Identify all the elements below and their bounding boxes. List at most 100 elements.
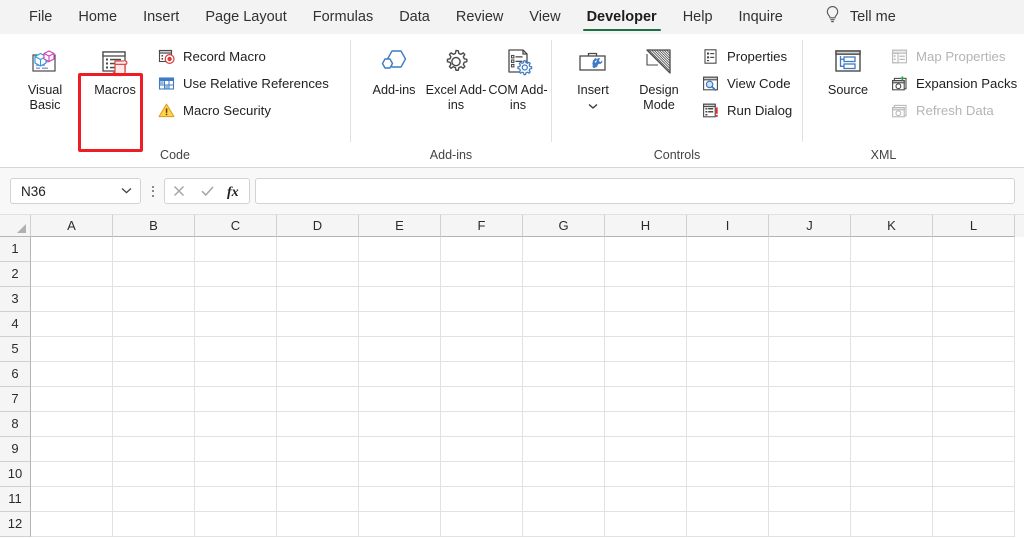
grid-cell-L5[interactable] bbox=[933, 337, 1015, 362]
visual-basic-button[interactable]: Visual Basic bbox=[14, 40, 76, 120]
row-header-4[interactable]: 4 bbox=[0, 312, 31, 337]
grid-cell-A12[interactable] bbox=[31, 512, 113, 537]
grid-cell-K1[interactable] bbox=[851, 237, 933, 262]
grid-cell-H9[interactable] bbox=[605, 437, 687, 462]
grid-cell-H10[interactable] bbox=[605, 462, 687, 487]
properties-button[interactable]: Properties bbox=[698, 44, 798, 68]
grid-cell-A11[interactable] bbox=[31, 487, 113, 512]
tab-developer[interactable]: Developer bbox=[574, 0, 670, 34]
grid-cell-K10[interactable] bbox=[851, 462, 933, 487]
row-header-10[interactable]: 10 bbox=[0, 462, 31, 487]
grid-cell-E4[interactable] bbox=[359, 312, 441, 337]
grid-cell-C3[interactable] bbox=[195, 287, 277, 312]
grid-cell-F3[interactable] bbox=[441, 287, 523, 312]
grid-cell-E7[interactable] bbox=[359, 387, 441, 412]
grid-cell-E11[interactable] bbox=[359, 487, 441, 512]
grid-cell-F10[interactable] bbox=[441, 462, 523, 487]
grid-cell-I3[interactable] bbox=[687, 287, 769, 312]
grid-cell-C9[interactable] bbox=[195, 437, 277, 462]
grid-cell-K8[interactable] bbox=[851, 412, 933, 437]
grid-cell-D9[interactable] bbox=[277, 437, 359, 462]
excel-addins-button[interactable]: Excel Add-ins bbox=[425, 40, 487, 120]
grid-cell-B10[interactable] bbox=[113, 462, 195, 487]
enter-formula-button[interactable] bbox=[193, 179, 221, 203]
macros-button[interactable]: Macros bbox=[84, 40, 146, 120]
grid-cell-A10[interactable] bbox=[31, 462, 113, 487]
grid-cell-I6[interactable] bbox=[687, 362, 769, 387]
grid-cell-H11[interactable] bbox=[605, 487, 687, 512]
grid-cell-H1[interactable] bbox=[605, 237, 687, 262]
addins-button[interactable]: Add-ins bbox=[363, 40, 425, 120]
grid-cell-D11[interactable] bbox=[277, 487, 359, 512]
grid-cell-F9[interactable] bbox=[441, 437, 523, 462]
grid-cell-D12[interactable] bbox=[277, 512, 359, 537]
column-header-f[interactable]: F bbox=[441, 215, 523, 237]
grid-cell-F12[interactable] bbox=[441, 512, 523, 537]
record-macro-button[interactable]: Record Macro bbox=[154, 44, 335, 68]
grid-cell-G7[interactable] bbox=[523, 387, 605, 412]
grid-cell-K7[interactable] bbox=[851, 387, 933, 412]
name-box[interactable]: N36 bbox=[10, 178, 141, 204]
row-header-8[interactable]: 8 bbox=[0, 412, 31, 437]
column-header-g[interactable]: G bbox=[523, 215, 605, 237]
grid-cell-E1[interactable] bbox=[359, 237, 441, 262]
grid-cell-K11[interactable] bbox=[851, 487, 933, 512]
grid-cell-D7[interactable] bbox=[277, 387, 359, 412]
grid-cell-J2[interactable] bbox=[769, 262, 851, 287]
grid-cell-F1[interactable] bbox=[441, 237, 523, 262]
grid-cell-B6[interactable] bbox=[113, 362, 195, 387]
grid-cell-A9[interactable] bbox=[31, 437, 113, 462]
column-header-c[interactable]: C bbox=[195, 215, 277, 237]
grid-cell-G10[interactable] bbox=[523, 462, 605, 487]
grid-cell-E3[interactable] bbox=[359, 287, 441, 312]
formula-input[interactable] bbox=[256, 179, 1014, 203]
grid-cell-D2[interactable] bbox=[277, 262, 359, 287]
grid-cell-E12[interactable] bbox=[359, 512, 441, 537]
tab-home[interactable]: Home bbox=[65, 0, 130, 34]
grid-cell-K12[interactable] bbox=[851, 512, 933, 537]
grid-cell-A8[interactable] bbox=[31, 412, 113, 437]
grid-cell-C8[interactable] bbox=[195, 412, 277, 437]
grid-cell-H8[interactable] bbox=[605, 412, 687, 437]
grid-cell-D1[interactable] bbox=[277, 237, 359, 262]
expansion-packs-button[interactable]: Expansion Packs bbox=[887, 71, 1023, 95]
grid-cell-B2[interactable] bbox=[113, 262, 195, 287]
select-all-button[interactable] bbox=[0, 215, 31, 237]
tab-formulas[interactable]: Formulas bbox=[300, 0, 386, 34]
grid-cell-E8[interactable] bbox=[359, 412, 441, 437]
grid-cell-I11[interactable] bbox=[687, 487, 769, 512]
grid-cell-J9[interactable] bbox=[769, 437, 851, 462]
tab-help[interactable]: Help bbox=[670, 0, 726, 34]
grid-cell-I1[interactable] bbox=[687, 237, 769, 262]
grid-cell-D5[interactable] bbox=[277, 337, 359, 362]
grid-cell-H4[interactable] bbox=[605, 312, 687, 337]
row-header-2[interactable]: 2 bbox=[0, 262, 31, 287]
grid-cell-D3[interactable] bbox=[277, 287, 359, 312]
design-mode-button[interactable]: Design Mode bbox=[628, 40, 690, 120]
grid-cell-H2[interactable] bbox=[605, 262, 687, 287]
tab-data[interactable]: Data bbox=[386, 0, 443, 34]
grid-cell-L11[interactable] bbox=[933, 487, 1015, 512]
tab-view[interactable]: View bbox=[516, 0, 573, 34]
grid-cell-C1[interactable] bbox=[195, 237, 277, 262]
tab-review[interactable]: Review bbox=[443, 0, 517, 34]
grid-cell-F11[interactable] bbox=[441, 487, 523, 512]
grid-cell-K6[interactable] bbox=[851, 362, 933, 387]
grid-cell-G11[interactable] bbox=[523, 487, 605, 512]
row-header-1[interactable]: 1 bbox=[0, 237, 31, 262]
row-header-6[interactable]: 6 bbox=[0, 362, 31, 387]
grid-cell-B8[interactable] bbox=[113, 412, 195, 437]
grid-cell-D8[interactable] bbox=[277, 412, 359, 437]
grid-cell-I10[interactable] bbox=[687, 462, 769, 487]
grid-cell-K3[interactable] bbox=[851, 287, 933, 312]
use-relative-references-button[interactable]: Use Relative References bbox=[154, 71, 335, 95]
grid-cell-L7[interactable] bbox=[933, 387, 1015, 412]
grid-cell-F6[interactable] bbox=[441, 362, 523, 387]
grid-cell-A7[interactable] bbox=[31, 387, 113, 412]
tell-me-search[interactable]: Tell me bbox=[824, 0, 896, 34]
grid-cell-C4[interactable] bbox=[195, 312, 277, 337]
run-dialog-button[interactable]: Run Dialog bbox=[698, 98, 798, 122]
column-header-e[interactable]: E bbox=[359, 215, 441, 237]
grid-cell-J11[interactable] bbox=[769, 487, 851, 512]
tab-page-layout[interactable]: Page Layout bbox=[192, 0, 299, 34]
